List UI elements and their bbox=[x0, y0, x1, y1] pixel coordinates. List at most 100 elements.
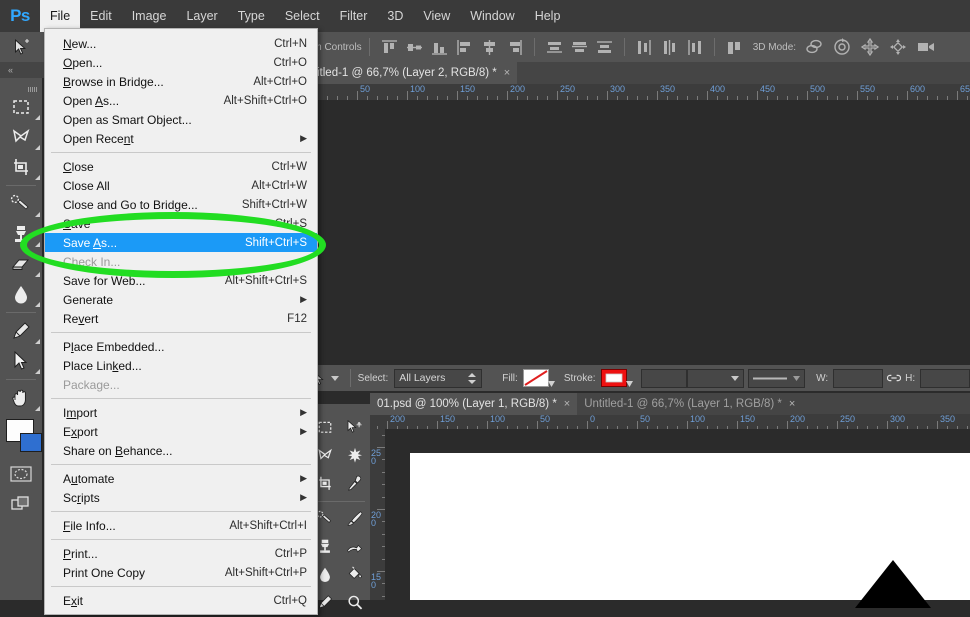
roll-3d-icon[interactable] bbox=[832, 37, 852, 57]
close-tab-icon[interactable]: × bbox=[504, 67, 510, 79]
divider bbox=[349, 369, 351, 387]
stroke-width-dropdown[interactable] bbox=[686, 368, 745, 388]
align-top-edges-icon[interactable] bbox=[380, 38, 399, 57]
menu-item-open-recent[interactable]: Open Recent ▶ bbox=[45, 129, 317, 148]
scale-3d-icon[interactable] bbox=[916, 37, 936, 57]
menu-item-place-embedded[interactable]: Place Embedded... bbox=[45, 337, 317, 356]
distribute-bottom-edges-icon[interactable] bbox=[595, 38, 614, 57]
document-tab[interactable]: Untitled-1 @ 66,7% (Layer 1, RGB/8) * × bbox=[577, 393, 803, 415]
menu-item-share-on-behance[interactable]: Share on Behance... bbox=[45, 441, 317, 460]
menu-3d[interactable]: 3D bbox=[377, 0, 413, 32]
menu-item-shortcut: Alt+Shift+Ctrl+O bbox=[223, 94, 307, 107]
height-input[interactable] bbox=[920, 368, 970, 388]
tool-preset-dropdown[interactable] bbox=[328, 375, 343, 381]
file-menu-dropdown[interactable]: New... Ctrl+N Open... Ctrl+O Browse in Bridg… bbox=[44, 28, 318, 615]
distribute-top-edges-icon[interactable] bbox=[545, 38, 564, 57]
align-vertical-centers-icon[interactable] bbox=[405, 38, 424, 57]
distribute-right-edges-icon[interactable] bbox=[685, 38, 704, 57]
menu-item-browse-in-bridge[interactable]: Browse in Bridge... Alt+Ctrl+O bbox=[45, 72, 317, 91]
menu-help[interactable]: Help bbox=[525, 0, 571, 32]
distribute-left-edges-icon[interactable] bbox=[635, 38, 654, 57]
toolbar-row bbox=[310, 561, 370, 589]
tool-path-selection[interactable] bbox=[0, 346, 42, 376]
menu-window[interactable]: Window bbox=[460, 0, 524, 32]
menu-item-check-in: Check In... bbox=[45, 252, 317, 271]
menu-item-new[interactable]: New... Ctrl+N bbox=[45, 34, 317, 53]
tool-eyedropper[interactable] bbox=[340, 470, 370, 498]
tool-pen[interactable] bbox=[0, 316, 42, 346]
height-label: H: bbox=[905, 372, 916, 384]
menu-filter[interactable]: Filter bbox=[330, 0, 378, 32]
auto-align-layers-icon[interactable] bbox=[725, 38, 744, 57]
distribute-horizontal-centers-icon[interactable] bbox=[660, 38, 679, 57]
tool-eraser[interactable] bbox=[0, 249, 42, 279]
slide-3d-icon[interactable] bbox=[888, 37, 908, 57]
tool-gradient[interactable] bbox=[0, 279, 42, 309]
document-1-canvas[interactable] bbox=[310, 100, 970, 360]
menu-item-print-one-copy[interactable]: Print One Copy Alt+Shift+Ctrl+P bbox=[45, 563, 317, 582]
current-tool-icon[interactable] bbox=[0, 32, 42, 62]
menu-item-open[interactable]: Open... Ctrl+O bbox=[45, 53, 317, 72]
tool-healing-brush[interactable] bbox=[0, 189, 42, 219]
screen-mode-button[interactable] bbox=[0, 489, 42, 519]
menu-item-shortcut: Ctrl+N bbox=[274, 37, 307, 50]
menu-item-close-all[interactable]: Close All Alt+Ctrl+W bbox=[45, 176, 317, 195]
panel-grip[interactable] bbox=[28, 82, 38, 92]
tool-crop[interactable] bbox=[0, 152, 42, 182]
tool-move[interactable] bbox=[340, 414, 370, 442]
tool-lasso[interactable] bbox=[0, 122, 42, 152]
menu-item-revert[interactable]: Revert F12 bbox=[45, 309, 317, 328]
menu-item-save-as[interactable]: Save As... Shift+Ctrl+S bbox=[45, 233, 317, 252]
menu-item-generate[interactable]: Generate ▶ bbox=[45, 290, 317, 309]
tool-rectangular-marquee[interactable] bbox=[0, 92, 42, 122]
menu-item-automate[interactable]: Automate ▶ bbox=[45, 469, 317, 488]
menu-item-label: Open Recent bbox=[63, 131, 134, 146]
menu-item-open-as[interactable]: Open As... Alt+Shift+Ctrl+O bbox=[45, 91, 317, 110]
document-2-vertical-ruler: 250 200 150 bbox=[370, 429, 385, 600]
menu-item-file-info[interactable]: File Info... Alt+Shift+Ctrl+I bbox=[45, 516, 317, 535]
tool-clone-stamp[interactable] bbox=[0, 219, 42, 249]
select-layers-dropdown[interactable]: All Layers bbox=[394, 368, 483, 388]
menu-item-import[interactable]: Import ▶ bbox=[45, 403, 317, 422]
collapse-panel-button[interactable]: « bbox=[0, 62, 50, 78]
link-wh-icon[interactable] bbox=[887, 373, 902, 383]
tool-paint-bucket[interactable] bbox=[340, 561, 370, 589]
menu-item-close[interactable]: Close Ctrl+W bbox=[45, 157, 317, 176]
background-color-swatch[interactable] bbox=[20, 433, 42, 452]
menu-item-close-and-go-to-bridge[interactable]: Close and Go to Bridge... Shift+Ctrl+W bbox=[45, 195, 317, 214]
menu-label: Select bbox=[284, 9, 320, 23]
tool-history-brush[interactable] bbox=[340, 533, 370, 561]
menu-item-exit[interactable]: Exit Ctrl+Q bbox=[45, 591, 317, 610]
pan-3d-icon[interactable] bbox=[860, 37, 880, 57]
menu-item-shortcut: Ctrl+Q bbox=[273, 594, 307, 607]
align-right-edges-icon[interactable] bbox=[505, 38, 524, 57]
menu-item-scripts[interactable]: Scripts ▶ bbox=[45, 488, 317, 507]
menu-view[interactable]: View bbox=[413, 0, 460, 32]
menu-item-place-linked[interactable]: Place Linked... bbox=[45, 356, 317, 375]
menu-item-save[interactable]: Save Ctrl+S bbox=[45, 214, 317, 233]
align-bottom-edges-icon[interactable] bbox=[430, 38, 449, 57]
tool-magic-wand[interactable] bbox=[340, 442, 370, 470]
quick-mask-button[interactable] bbox=[0, 459, 42, 489]
close-tab-icon[interactable]: × bbox=[789, 398, 795, 410]
menu-item-export[interactable]: Export ▶ bbox=[45, 422, 317, 441]
document-tab[interactable]: 01.psd @ 100% (Layer 1, RGB/8) * × bbox=[370, 393, 578, 415]
tool-hand[interactable] bbox=[0, 383, 42, 413]
fill-swatch[interactable] bbox=[522, 369, 555, 387]
align-horizontal-centers-icon[interactable] bbox=[480, 38, 499, 57]
menu-item-label: Print... bbox=[63, 546, 98, 561]
menu-item-open-as-smart-object[interactable]: Open as Smart Object... bbox=[45, 110, 317, 129]
stroke-style-dropdown[interactable] bbox=[748, 368, 806, 388]
align-left-edges-icon[interactable] bbox=[455, 38, 474, 57]
menu-item-save-for-web[interactable]: Save for Web... Alt+Shift+Ctrl+S bbox=[45, 271, 317, 290]
close-tab-icon[interactable]: × bbox=[564, 398, 570, 410]
rotate-3d-icon[interactable] bbox=[804, 37, 824, 57]
menu-item-print[interactable]: Print... Ctrl+P bbox=[45, 544, 317, 563]
document-tab[interactable]: itled-1 @ 66,7% (Layer 2, RGB/8) * × bbox=[310, 62, 518, 84]
tool-zoom[interactable] bbox=[340, 589, 370, 617]
stroke-swatch[interactable] bbox=[600, 369, 633, 387]
color-swatches[interactable] bbox=[0, 417, 42, 459]
width-input[interactable] bbox=[833, 368, 884, 388]
distribute-vertical-centers-icon[interactable] bbox=[570, 38, 589, 57]
tool-brush[interactable] bbox=[340, 505, 370, 533]
